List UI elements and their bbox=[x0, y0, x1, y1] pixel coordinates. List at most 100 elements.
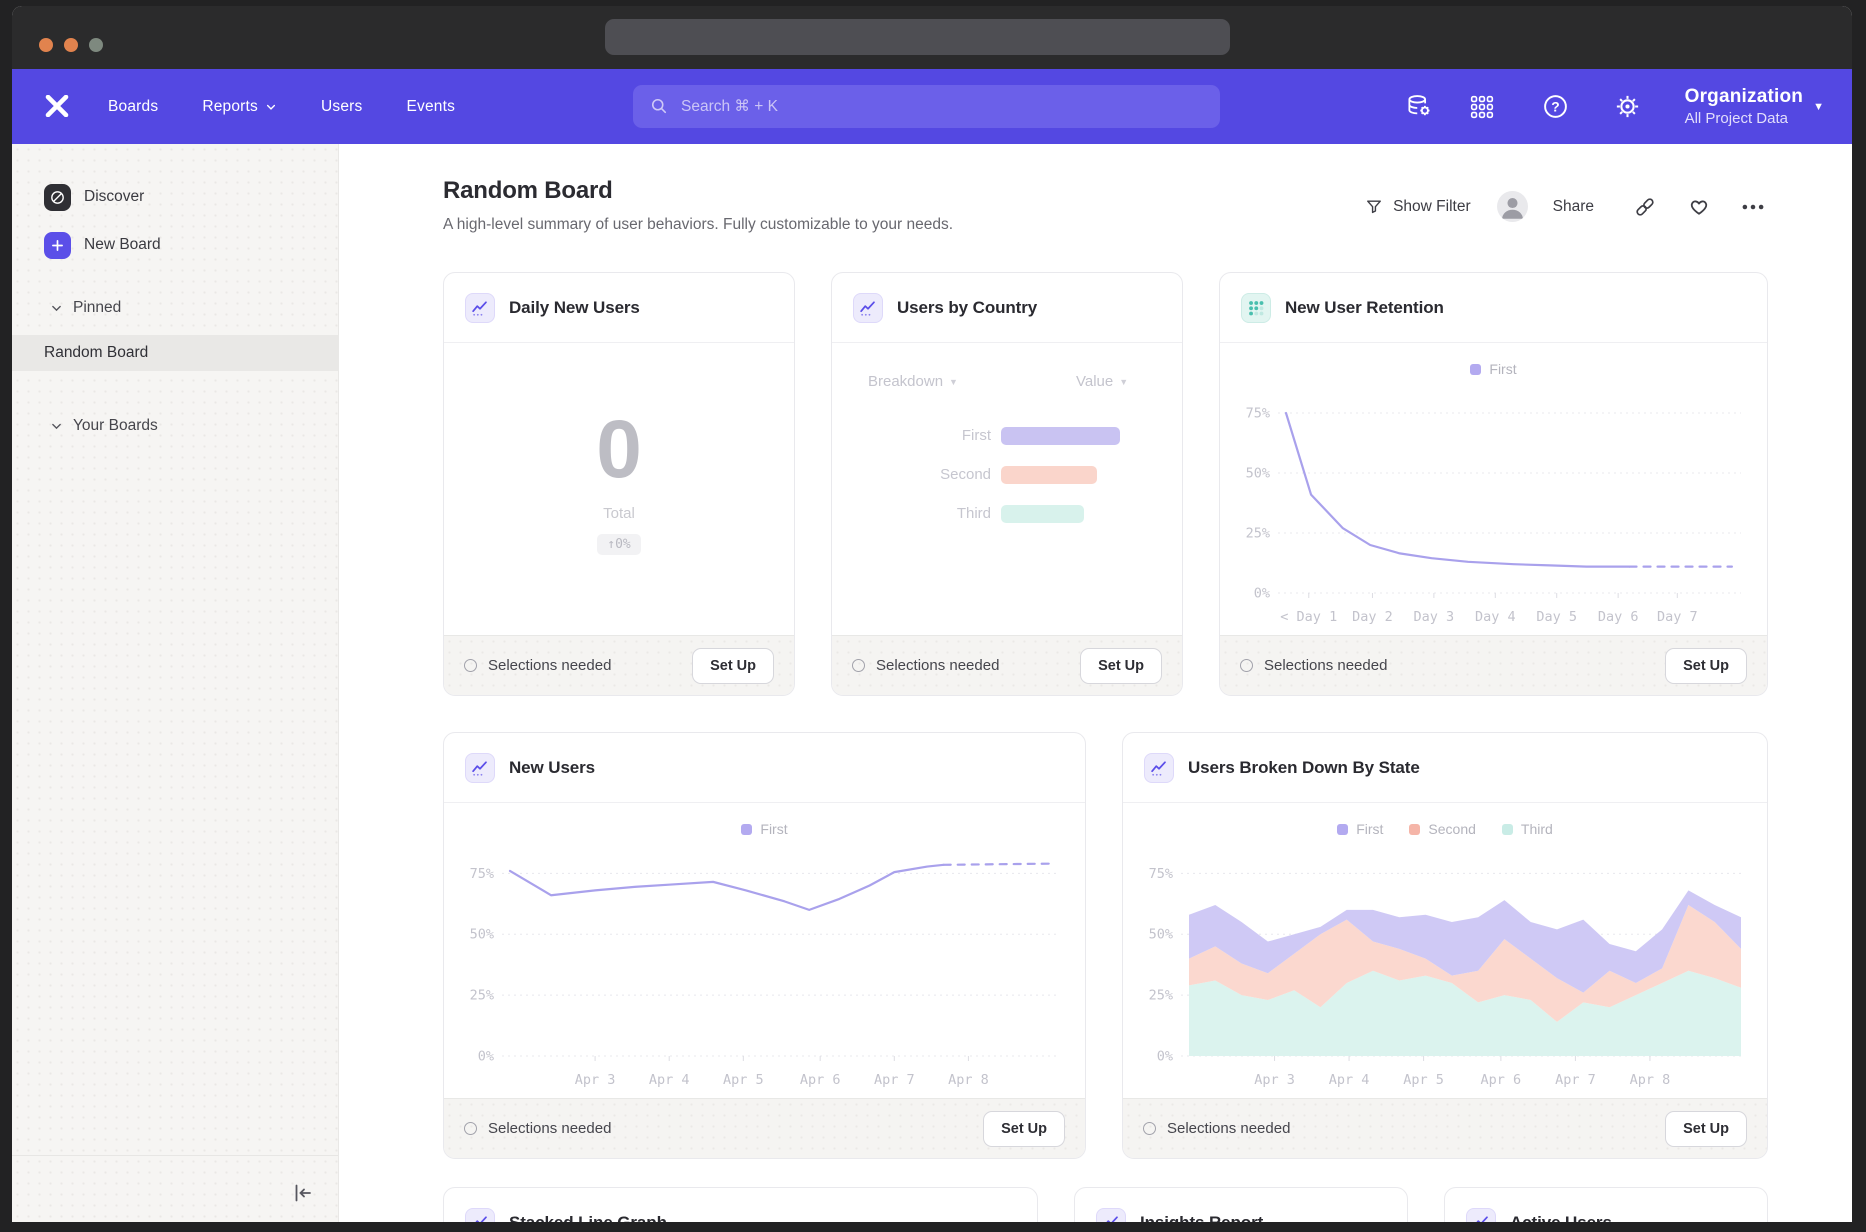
svg-text:0%: 0% bbox=[1157, 1049, 1173, 1065]
nav-item-label: Users bbox=[321, 98, 362, 116]
avatar[interactable] bbox=[1497, 191, 1528, 222]
card-body: Breakdown ▼ Value ▼ FirstSecondThird bbox=[832, 343, 1182, 635]
nav-item-boards[interactable]: Boards bbox=[108, 98, 158, 116]
set-up-button[interactable]: Set Up bbox=[1080, 648, 1162, 684]
window-close-button[interactable] bbox=[39, 38, 53, 52]
legend-item: Second bbox=[1409, 821, 1475, 837]
card-header: Insights Report bbox=[1075, 1188, 1407, 1222]
card-footer: Selections needed Set Up bbox=[444, 635, 794, 695]
sidebar-item-discover[interactable]: Discover bbox=[12, 183, 338, 211]
window-zoom-button[interactable] bbox=[89, 38, 103, 52]
svg-text:Apr 7: Apr 7 bbox=[1555, 1072, 1596, 1088]
window-minimize-button[interactable] bbox=[64, 38, 78, 52]
svg-text:Day 4: Day 4 bbox=[1475, 609, 1516, 625]
chevron-down-icon bbox=[50, 302, 63, 315]
status-circle-icon bbox=[852, 659, 865, 672]
card-footer: Selections needed Set Up bbox=[1220, 635, 1767, 695]
nav-item-label: Boards bbox=[108, 98, 158, 116]
plus-icon bbox=[44, 232, 71, 259]
cards-row-3: Stacked Line Graph Insights Report bbox=[443, 1187, 1768, 1222]
status-label: Selections needed bbox=[488, 657, 611, 674]
search-placeholder: Search ⌘ + K bbox=[681, 97, 778, 116]
sidebar-divider bbox=[12, 1155, 338, 1156]
org-switcher[interactable]: Organization All Project Data bbox=[1685, 86, 1804, 127]
card-users-by-state: Users Broken Down By State First Second Th… bbox=[1122, 732, 1768, 1159]
retention-chart: 0%25%50%75%< Day 1Day 2Day 3Day 4Day 5Da… bbox=[1220, 377, 1767, 635]
sidebar-section-label: Pinned bbox=[73, 299, 121, 317]
sidebar-item-random-board[interactable]: Random Board bbox=[12, 335, 338, 371]
nav-item-reports[interactable]: Reports bbox=[202, 98, 277, 116]
help-icon[interactable]: ? bbox=[1541, 92, 1571, 122]
svg-text:Day 3: Day 3 bbox=[1414, 609, 1455, 625]
svg-text:0%: 0% bbox=[478, 1049, 494, 1065]
share-button[interactable]: Share bbox=[1553, 198, 1594, 216]
org-name: Organization bbox=[1685, 86, 1804, 108]
nav-item-events[interactable]: Events bbox=[406, 98, 455, 116]
card-title: Users Broken Down By State bbox=[1188, 758, 1420, 778]
copy-link-icon[interactable] bbox=[1630, 192, 1660, 222]
chevron-down-icon bbox=[50, 420, 63, 433]
status-circle-icon bbox=[1143, 1122, 1156, 1135]
chevron-down-icon[interactable]: ▼ bbox=[1813, 101, 1824, 113]
chart-legend: First bbox=[444, 821, 1085, 837]
legend-item: First bbox=[1337, 821, 1383, 837]
sidebar-section-pinned[interactable]: Pinned bbox=[12, 299, 338, 317]
apps-grid-icon[interactable] bbox=[1467, 92, 1497, 122]
svg-text:?: ? bbox=[1551, 99, 1559, 115]
nav-item-users[interactable]: Users bbox=[321, 98, 362, 116]
card-title: Insights Report bbox=[1140, 1213, 1263, 1223]
card-header: Users by Country bbox=[832, 273, 1182, 343]
card-body: 0 Total ↑0% bbox=[444, 343, 794, 635]
value-column-dropdown[interactable]: Value ▼ bbox=[1076, 373, 1128, 390]
board-actions: Show Filter Share bbox=[1364, 191, 1768, 222]
svg-text:Apr 7: Apr 7 bbox=[874, 1072, 915, 1088]
svg-text:25%: 25% bbox=[1246, 526, 1270, 542]
status: Selections needed bbox=[1240, 657, 1665, 674]
sidebar-item-new-board[interactable]: New Board bbox=[12, 231, 338, 259]
breakdown-row-label: First bbox=[832, 427, 991, 444]
column-label: Value bbox=[1076, 373, 1113, 390]
sidebar-section-your-boards[interactable]: Your Boards bbox=[12, 417, 338, 435]
card-title: Stacked Line Graph bbox=[509, 1213, 667, 1223]
card-users-by-country: Users by Country Breakdown ▼ Value ▼ bbox=[831, 272, 1183, 696]
nav-item-label: Events bbox=[406, 98, 455, 116]
search-input[interactable]: Search ⌘ + K bbox=[633, 85, 1220, 128]
legend-swatch bbox=[1409, 824, 1420, 835]
set-up-button[interactable]: Set Up bbox=[1665, 1111, 1747, 1147]
data-management-icon[interactable] bbox=[1405, 92, 1435, 122]
more-options-icon[interactable] bbox=[1738, 192, 1768, 222]
show-filter-button[interactable]: Show Filter bbox=[1364, 197, 1471, 217]
card-header: Daily New Users bbox=[444, 273, 794, 343]
card-footer: Selections needed Set Up bbox=[444, 1098, 1085, 1158]
status: Selections needed bbox=[852, 657, 1080, 674]
breakdown-bar bbox=[1001, 505, 1084, 523]
mixpanel-logo-icon[interactable] bbox=[45, 95, 69, 117]
card-active-users: Active Users bbox=[1444, 1187, 1768, 1222]
set-up-button[interactable]: Set Up bbox=[692, 648, 774, 684]
org-project: All Project Data bbox=[1685, 110, 1804, 127]
chevron-down-icon: ▼ bbox=[1119, 377, 1128, 387]
status: Selections needed bbox=[464, 1120, 983, 1137]
delta-badge: ↑0% bbox=[597, 534, 640, 555]
svg-text:Apr 3: Apr 3 bbox=[575, 1072, 616, 1088]
set-up-button[interactable]: Set Up bbox=[1665, 648, 1747, 684]
svg-text:50%: 50% bbox=[470, 927, 494, 943]
legend-label: Third bbox=[1521, 821, 1553, 837]
collapse-sidebar-icon[interactable] bbox=[288, 1179, 316, 1207]
breakdown-table-header: Breakdown ▼ Value ▼ bbox=[868, 373, 1182, 390]
address-bar[interactable] bbox=[605, 19, 1230, 55]
breakdown-column-dropdown[interactable]: Breakdown ▼ bbox=[868, 373, 958, 390]
content-area: Discover New Board Pinned Random Board bbox=[12, 144, 1852, 1222]
metric-block: 0 Total ↑0% bbox=[444, 343, 794, 635]
favorite-heart-icon[interactable] bbox=[1684, 192, 1714, 222]
chevron-down-icon: ▼ bbox=[949, 377, 958, 387]
set-up-button[interactable]: Set Up bbox=[983, 1111, 1065, 1147]
metric-label: Total bbox=[603, 505, 635, 522]
breakdown-row-label: Third bbox=[832, 505, 991, 522]
svg-text:Apr 5: Apr 5 bbox=[1403, 1072, 1444, 1088]
settings-gear-icon[interactable] bbox=[1613, 92, 1643, 122]
sidebar-section-label: Your Boards bbox=[73, 417, 158, 435]
svg-text:Apr 4: Apr 4 bbox=[1329, 1072, 1370, 1088]
status-label: Selections needed bbox=[488, 1120, 611, 1137]
card-new-users: New Users First 0%25%50%75%Apr 3Apr 4Apr… bbox=[443, 732, 1086, 1159]
